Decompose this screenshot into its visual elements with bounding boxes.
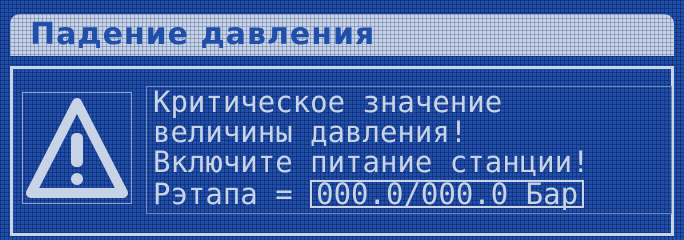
pressure-value: 000.0/000.0 Бар [310,180,585,209]
icon-frame [22,92,132,204]
message-line-2: величины давления! [153,115,468,149]
message-line-3: Включите питание станции! [153,145,590,179]
title-bar: Падение давления [10,14,674,56]
message-line-1: Критическое значение [153,85,503,119]
warning-icon [26,98,128,198]
message-box: Критическое значение величины давления! … [146,86,672,214]
pressure-label: Рэтапа = [153,177,311,211]
pressure-line: Рэтапа = 000.0/000.0 Бар [153,177,585,211]
window-title: Падение давления [30,17,376,52]
lcd-screen: Падение давления Критическое значение ве… [0,0,684,240]
